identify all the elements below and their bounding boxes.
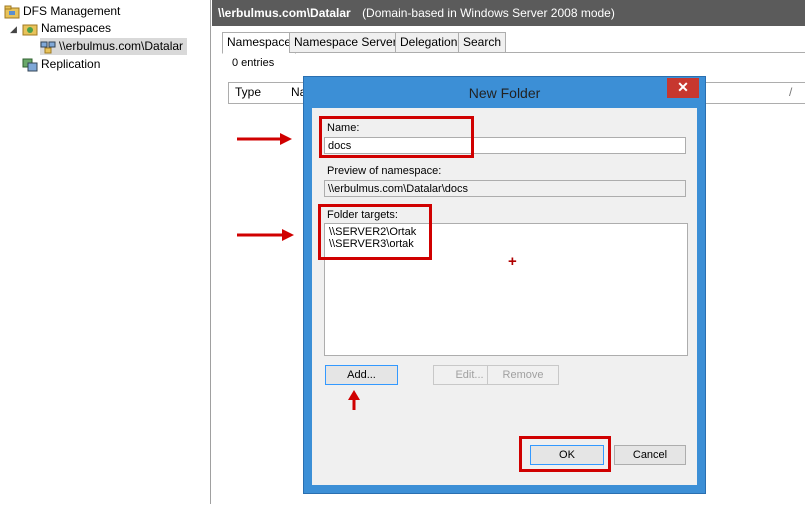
arrow-up-icon	[348, 390, 360, 410]
column-type[interactable]: Type	[235, 85, 261, 99]
remove-button[interactable]: Remove	[487, 365, 559, 385]
name-input[interactable]: docs	[324, 137, 686, 154]
dfs-management-icon	[4, 5, 20, 19]
cursor-crosshair-icon: +	[508, 253, 517, 270]
tree-item-dfs-management[interactable]: DFS Management	[4, 3, 120, 20]
tree-item-label: Namespaces	[41, 21, 112, 35]
collapse-arrow-icon[interactable]: ◢	[10, 24, 17, 35]
dialog-title: New Folder	[468, 85, 541, 101]
details-header: \\erbulmus.com\Datalar (Domain-based in …	[212, 0, 805, 26]
preview-label: Preview of namespace:	[327, 165, 442, 177]
arrow-right-icon	[237, 229, 294, 241]
tab-namespace-servers[interactable]: Namespace Servers	[289, 32, 408, 53]
tree-item-label: \\erbulmus.com\Datalar	[59, 39, 184, 53]
tree-item-label: DFS Management	[23, 4, 121, 18]
dialog-body: Name: docs Preview of namespace: \\erbul…	[312, 108, 697, 485]
name-label: Name:	[327, 122, 360, 134]
header-path: \\erbulmus.com\Datalar	[218, 6, 351, 20]
list-item[interactable]: \\SERVER2\Ortak	[329, 226, 416, 238]
header-mode: (Domain-based in Windows Server 2008 mod…	[362, 6, 615, 20]
close-button[interactable]: ✕	[667, 78, 699, 98]
cancel-button[interactable]: Cancel	[614, 445, 686, 465]
list-item[interactable]: \\SERVER3\ortak	[329, 238, 414, 250]
entries-count: 0 entries	[232, 57, 275, 69]
preview-field: \\erbulmus.com\Datalar\docs	[324, 180, 686, 197]
new-folder-dialog: New Folder ✕ Name: docs Preview of names…	[303, 76, 706, 494]
tree-item-namespaces[interactable]: Namespaces	[22, 20, 111, 37]
arrow-right-icon	[237, 133, 292, 145]
ok-button[interactable]: OK	[530, 445, 604, 465]
namespace-icon	[40, 40, 56, 54]
column-sort-indicator: /	[789, 85, 793, 99]
tab-delegation[interactable]: Delegation	[395, 32, 463, 53]
add-button[interactable]: Add...	[325, 365, 398, 385]
tree-item-label: Replication	[41, 57, 101, 71]
tree-item-namespace-datalar[interactable]: \\erbulmus.com\Datalar	[40, 38, 188, 55]
namespaces-icon	[22, 22, 38, 36]
tree-item-replication[interactable]: Replication	[22, 56, 100, 73]
folder-targets-label: Folder targets:	[327, 209, 398, 221]
tab-search[interactable]: Search	[458, 32, 507, 53]
folder-targets-list[interactable]: \\SERVER2\Ortak \\SERVER3\ortak +	[324, 223, 688, 356]
replication-icon	[22, 58, 38, 72]
tab-namespace[interactable]: Namespace	[222, 32, 297, 54]
console-tree: DFS Management ◢ Namespaces \\erbulmus.c…	[0, 0, 211, 504]
